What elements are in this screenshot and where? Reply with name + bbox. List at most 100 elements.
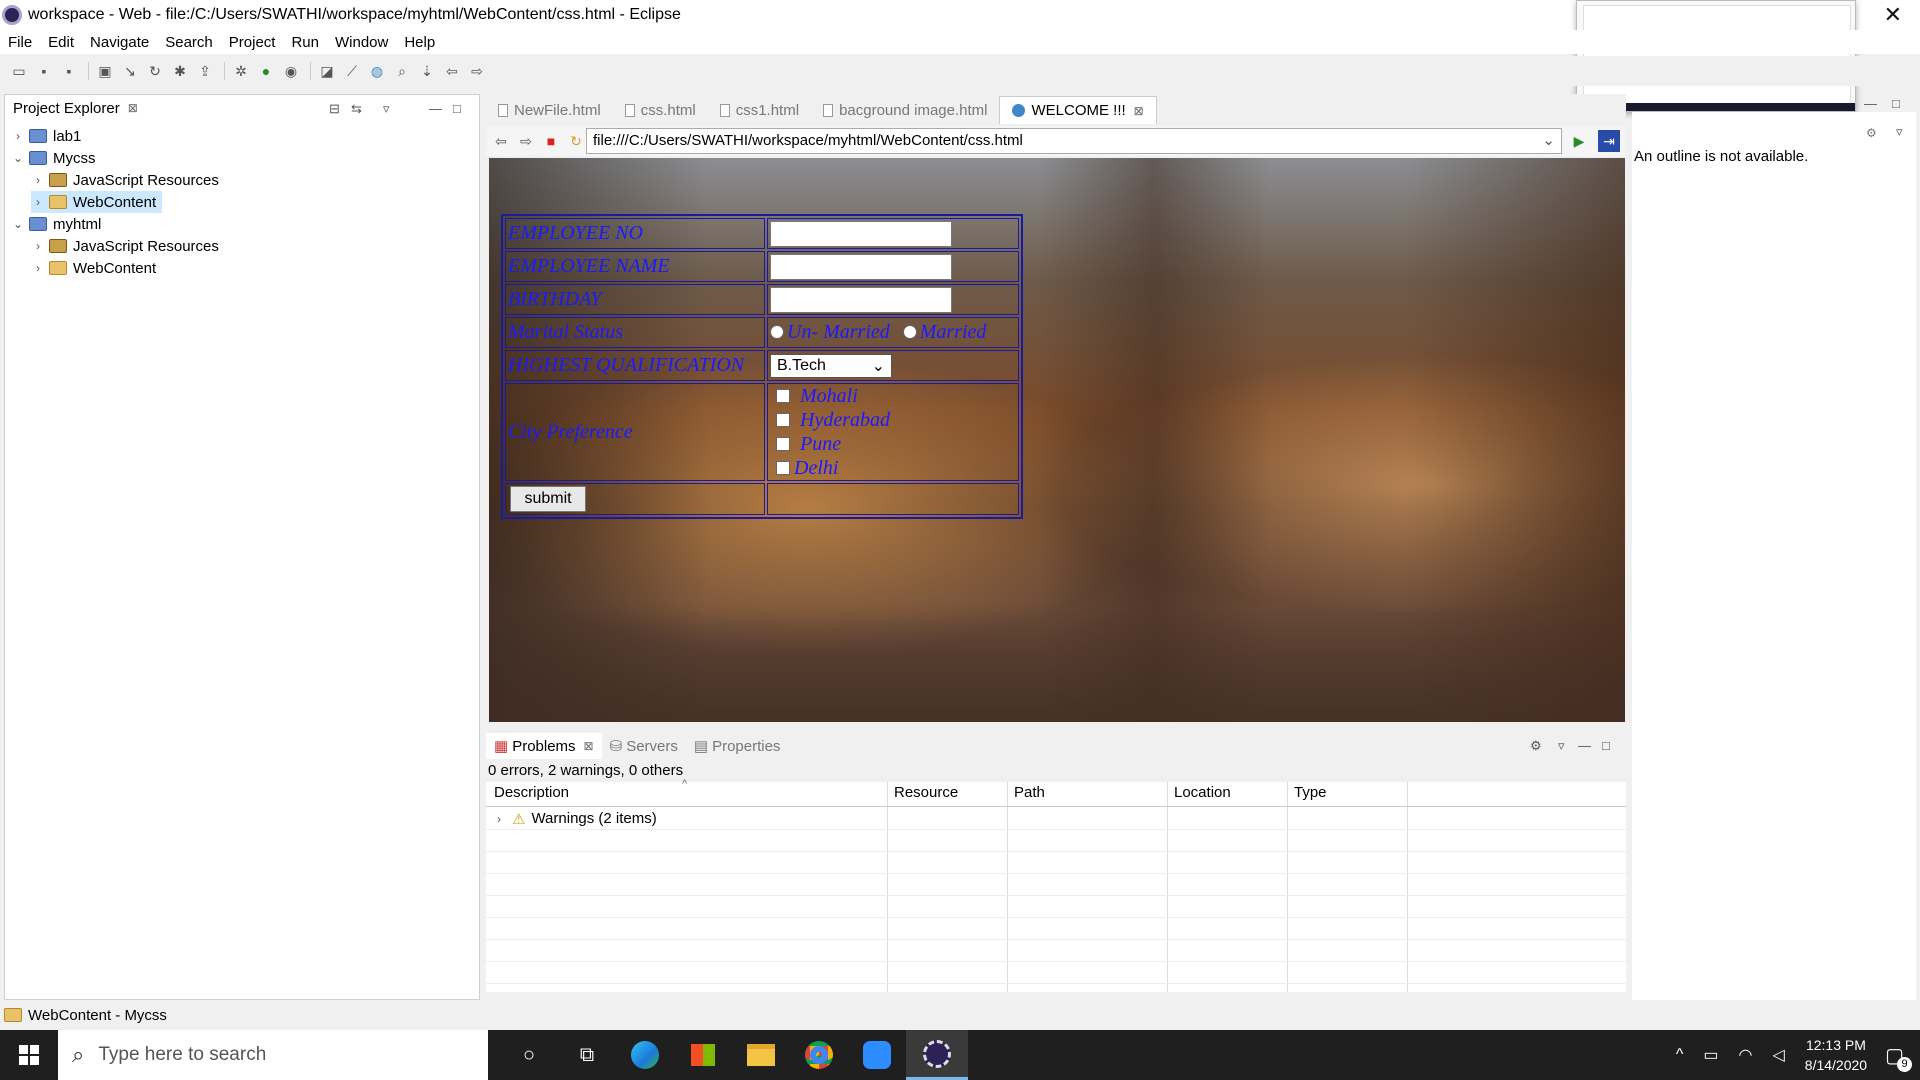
skip-breakpoints-icon[interactable]: ↘ — [119, 60, 141, 82]
checkbox-pune[interactable] — [776, 437, 790, 451]
tab-css-html[interactable]: css.html — [613, 96, 708, 124]
column-header-resource[interactable]: Resource — [894, 784, 958, 806]
tab-properties[interactable]: ▤ Properties — [686, 733, 789, 759]
menu-file[interactable]: File — [8, 34, 32, 51]
radio-married[interactable] — [902, 325, 917, 339]
expand-icon[interactable]: › — [31, 239, 45, 253]
globe-icon[interactable]: ◍ — [366, 60, 388, 82]
build-icon[interactable]: ✱ — [169, 60, 191, 82]
minimize-icon[interactable]: — — [429, 101, 442, 116]
column-header-path[interactable]: Path — [1014, 784, 1045, 806]
menu-search[interactable]: Search — [165, 34, 213, 51]
run-icon[interactable]: ● — [255, 60, 277, 82]
notification-icon[interactable]: ▢ 9 — [1885, 1043, 1912, 1072]
save-all-icon[interactable]: ▪ — [58, 60, 80, 82]
tree-item-myhtml[interactable]: ⌄ myhtml — [11, 213, 101, 235]
tree-item-lab1[interactable]: › lab1 — [11, 125, 81, 147]
table-row[interactable]: › ⚠ Warnings (2 items) — [486, 808, 1626, 830]
battery-icon[interactable]: ▭ — [1703, 1045, 1718, 1065]
expand-icon[interactable]: › — [31, 173, 45, 187]
menu-help[interactable]: Help — [404, 34, 435, 51]
maximize-icon[interactable]: □ — [1892, 96, 1900, 111]
file-explorer-icon[interactable] — [732, 1030, 790, 1080]
back-icon[interactable]: ⇦ — [490, 130, 512, 152]
minimize-icon[interactable]: — — [1864, 96, 1877, 111]
employee-name-input[interactable] — [770, 253, 952, 280]
wand-icon[interactable]: ⟋ — [341, 60, 363, 82]
wifi-icon[interactable]: ◠ — [1739, 1045, 1753, 1065]
tree-item-javascript-resources[interactable]: › JavaScript Resources — [31, 235, 219, 257]
expand-icon[interactable]: › — [11, 129, 25, 143]
url-input[interactable]: file:///C:/Users/SWATHI/workspace/myhtml… — [586, 128, 1562, 154]
collapse-all-icon[interactable]: ⊟ — [329, 101, 340, 117]
annotation-icon[interactable]: ⇣ — [416, 60, 438, 82]
tree-item-javascript-resources[interactable]: › JavaScript Resources — [31, 169, 219, 191]
edge-icon[interactable] — [616, 1030, 674, 1080]
close-window-button[interactable]: ✕ — [1884, 2, 1902, 28]
cortana-icon[interactable]: ○ — [500, 1030, 558, 1080]
close-icon[interactable]: ⊠ — [128, 101, 138, 115]
tab-project-explorer[interactable]: Project Explorer ⊠ — [5, 95, 479, 121]
link-editor-icon[interactable]: ⇆ — [351, 101, 362, 117]
search-tool-icon[interactable]: ⌕ — [391, 60, 413, 82]
debug-icon[interactable]: ✲ — [230, 60, 252, 82]
expand-icon[interactable]: › — [492, 812, 506, 826]
chrome-icon[interactable] — [790, 1030, 848, 1080]
menu-navigate[interactable]: Navigate — [90, 34, 149, 51]
volume-icon[interactable]: ◁ — [1772, 1045, 1784, 1065]
filter-icon[interactable]: ⚙ — [1530, 738, 1542, 754]
go-icon[interactable]: ▶ — [1568, 130, 1590, 152]
expand-icon[interactable]: › — [31, 261, 45, 275]
save-icon[interactable]: ▪ — [33, 60, 55, 82]
task-view-icon[interactable]: ⧉ — [558, 1030, 616, 1080]
tree-item-webcontent[interactable]: › WebContent — [31, 257, 156, 279]
maximize-icon[interactable]: □ — [1602, 738, 1610, 753]
chevron-down-icon[interactable]: ⌄ — [1542, 129, 1555, 153]
column-header-location[interactable]: Location — [1174, 784, 1231, 806]
tree-item-mycss[interactable]: ⌄ Mycss — [11, 147, 96, 169]
publish-icon[interactable]: ⇪ — [194, 60, 216, 82]
stop-icon[interactable]: ■ — [540, 130, 562, 152]
checkbox-hyderabad[interactable] — [776, 413, 790, 427]
start-button[interactable] — [0, 1030, 58, 1080]
maximize-icon[interactable]: □ — [453, 101, 461, 116]
open-folder-icon[interactable]: ◪ — [316, 60, 338, 82]
tab-background-image-html[interactable]: bacground image.html — [811, 96, 999, 124]
column-header-description[interactable]: Description — [494, 784, 569, 806]
birthday-input[interactable] — [770, 286, 952, 313]
forward-icon[interactable]: ⇨ — [466, 60, 488, 82]
clock[interactable]: 12:13 PM 8/14/2020 — [1805, 1035, 1867, 1075]
tab-welcome[interactable]: WELCOME !!! ⊠ — [999, 96, 1157, 124]
close-icon[interactable]: ⊠ — [1134, 104, 1144, 118]
tab-servers[interactable]: ⛁ Servers — [602, 733, 686, 759]
external-tools-icon[interactable]: ◉ — [280, 60, 302, 82]
view-menu-icon[interactable]: ▿ — [1896, 124, 1903, 140]
collapse-icon[interactable]: ⌄ — [11, 217, 25, 231]
view-menu-icon[interactable]: ▿ — [383, 101, 390, 117]
menu-window[interactable]: Window — [335, 34, 388, 51]
checkbox-delhi[interactable] — [776, 461, 790, 475]
forward-icon[interactable]: ⇨ — [515, 130, 537, 152]
menu-project[interactable]: Project — [229, 34, 276, 51]
column-header-type[interactable]: Type — [1294, 784, 1327, 806]
employee-no-input[interactable] — [770, 220, 952, 247]
store-icon[interactable] — [674, 1030, 732, 1080]
back-icon[interactable]: ⇦ — [441, 60, 463, 82]
view-menu-icon[interactable]: ▿ — [1558, 738, 1565, 754]
taskbar-search-box[interactable]: ⌕ Type here to search — [58, 1030, 488, 1080]
terminal-icon[interactable]: ▣ — [94, 60, 116, 82]
menu-edit[interactable]: Edit — [48, 34, 74, 51]
refresh-icon[interactable]: ↻ — [144, 60, 166, 82]
close-icon[interactable]: ⊠ — [584, 739, 594, 753]
sync-icon[interactable]: ⚙ — [1866, 126, 1877, 140]
expand-icon[interactable]: › — [31, 195, 45, 209]
refresh-icon[interactable]: ↻ — [565, 130, 587, 152]
menu-run[interactable]: Run — [291, 34, 319, 51]
new-icon[interactable]: ▭ — [8, 60, 30, 82]
minimize-icon[interactable]: — — [1578, 738, 1591, 753]
eclipse-taskbar-icon[interactable] — [906, 1030, 968, 1080]
tab-newfile-html[interactable]: NewFile.html — [486, 96, 613, 124]
radio-unmarried[interactable] — [770, 325, 784, 339]
tab-problems[interactable]: ▦ Problems ⊠ — [486, 733, 602, 759]
submit-button[interactable]: submit — [510, 486, 586, 512]
